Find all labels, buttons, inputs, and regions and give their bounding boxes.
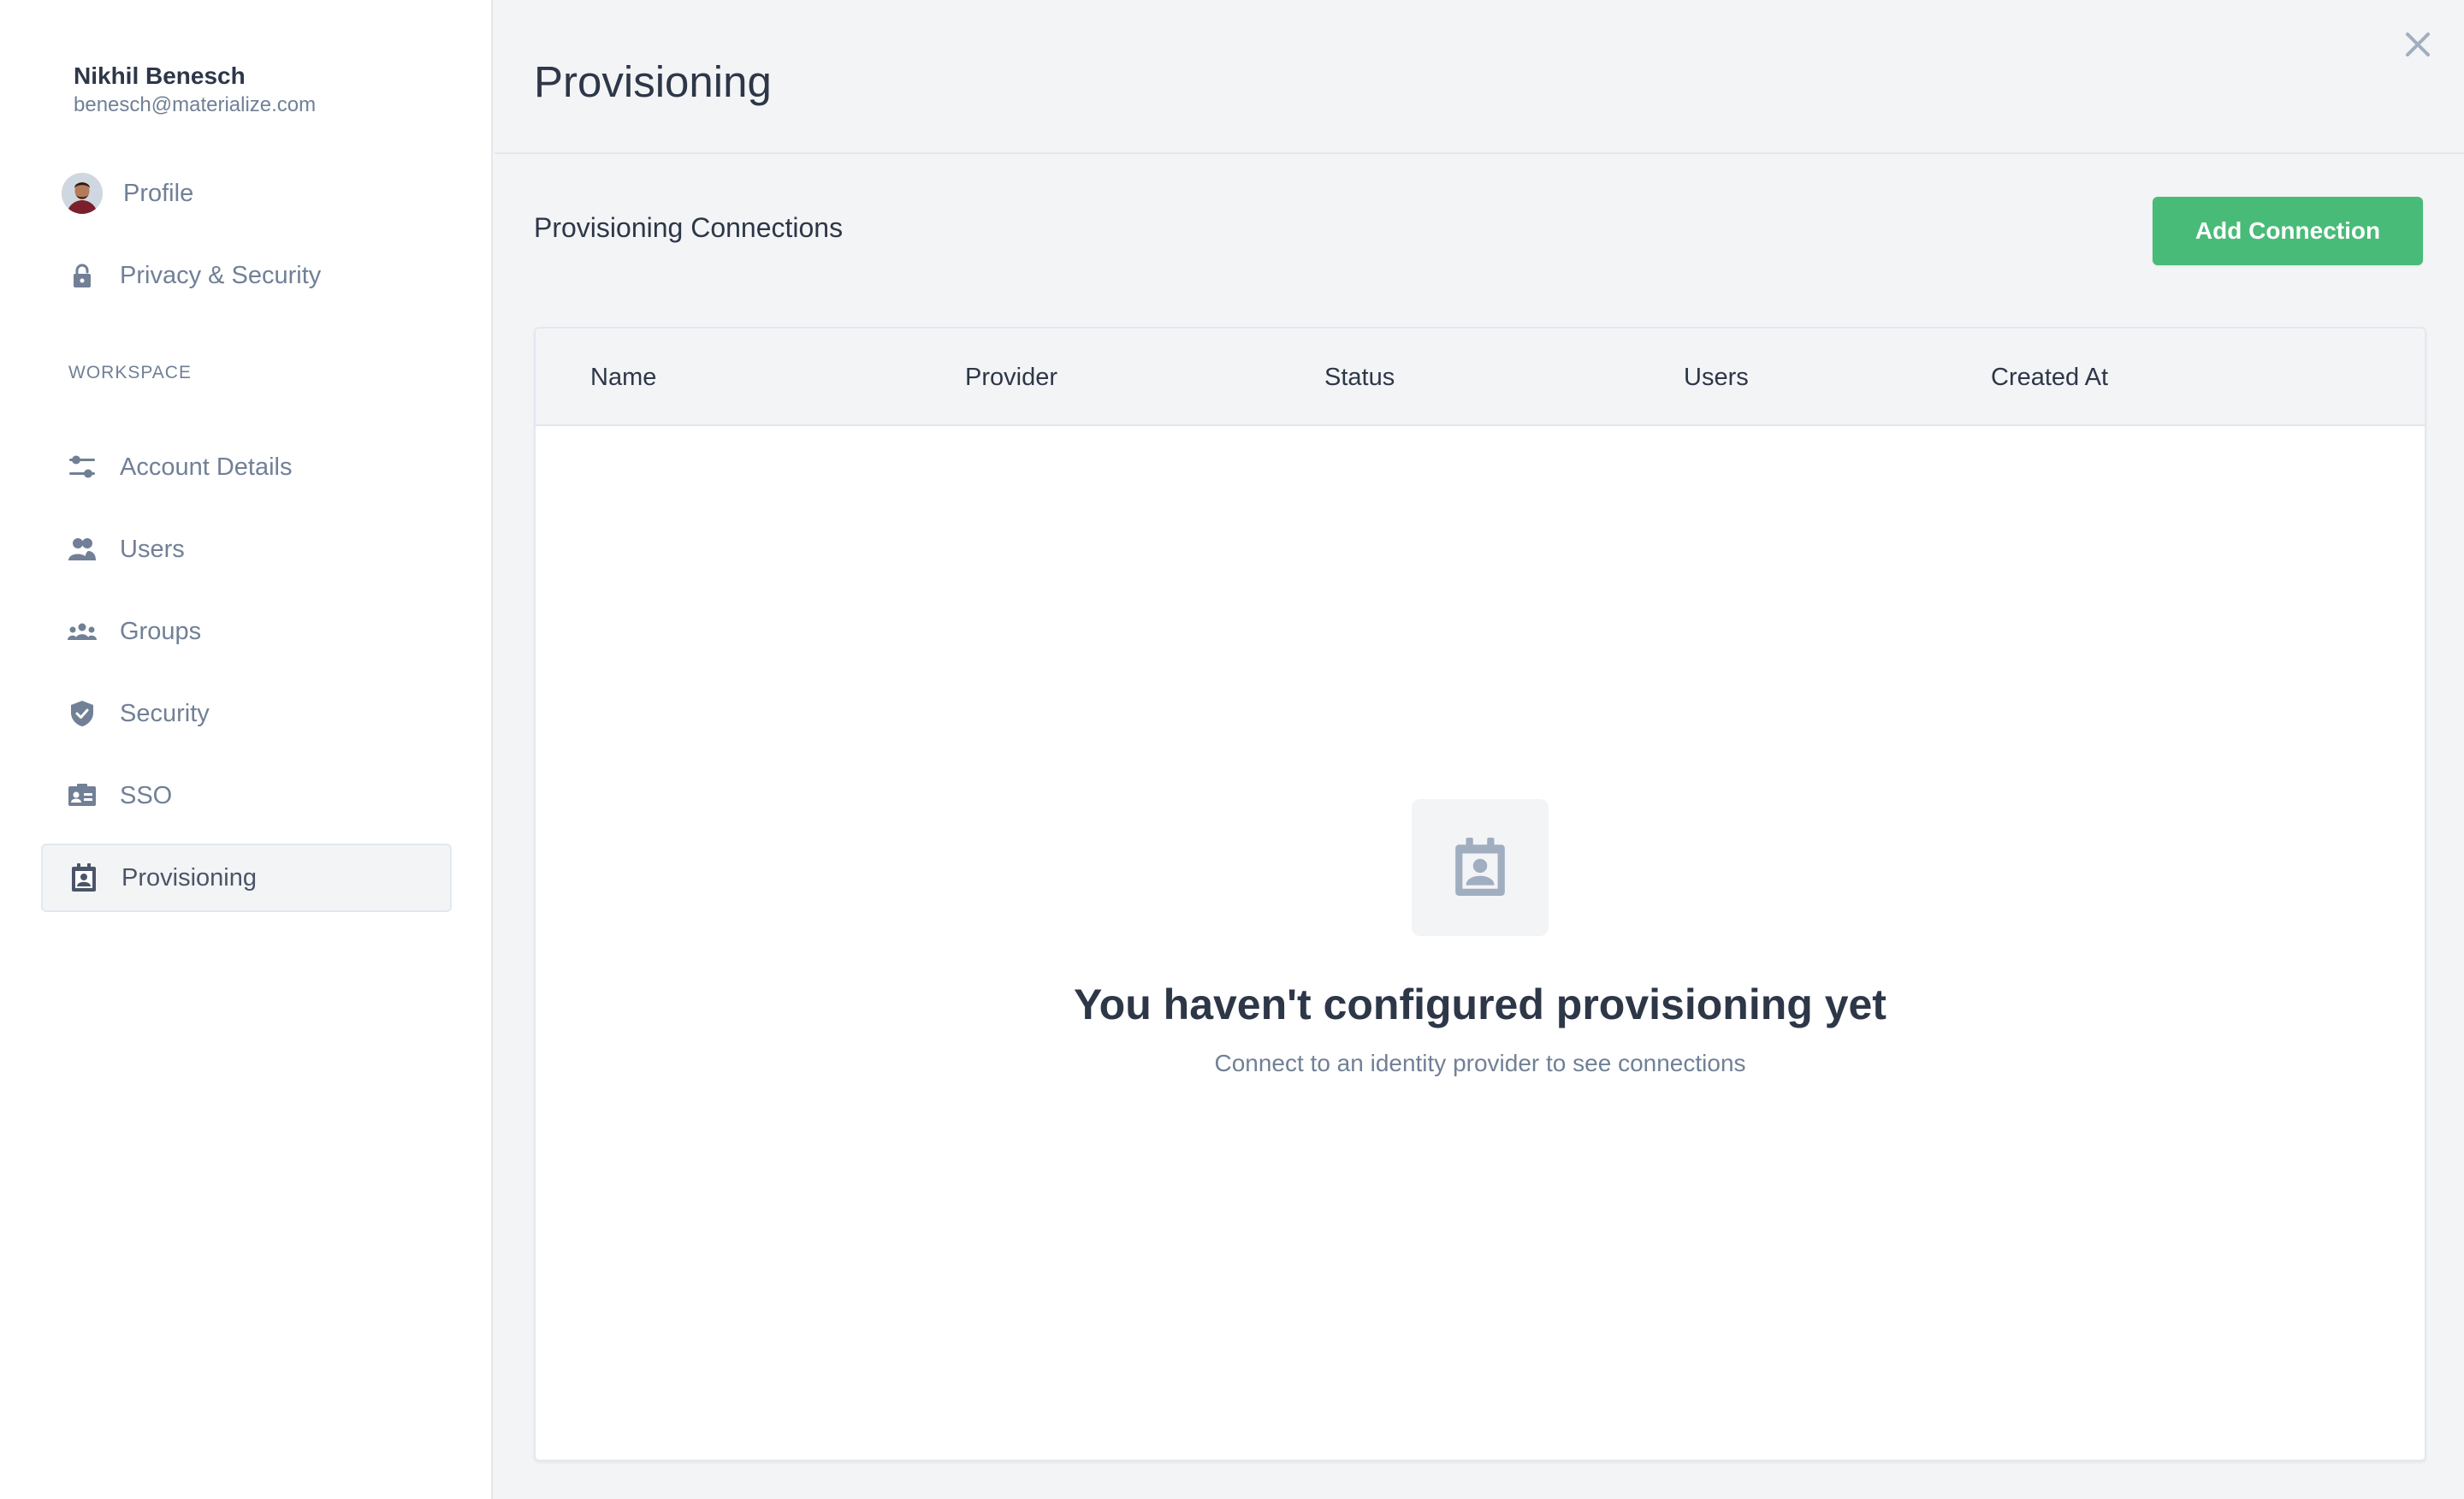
empty-state-title: You haven't configured provisioning yet — [1074, 981, 1886, 1028]
sidebar-item-label: Users — [120, 535, 185, 563]
close-button[interactable] — [2401, 27, 2435, 62]
user-name: Nikhil Benesch — [74, 62, 246, 89]
user-info: Nikhil Benesch benesch@materialize.com — [74, 62, 316, 118]
sidebar-item-label: SSO — [120, 781, 173, 809]
table-header: Name Provider Status Users Created At — [536, 329, 2425, 426]
lock-icon — [65, 258, 99, 293]
sidebar-item-profile[interactable]: Profile — [41, 159, 452, 228]
close-icon — [2406, 33, 2430, 56]
sidebar-item-label: Security — [120, 699, 210, 727]
sidebar-item-users[interactable]: Users — [41, 515, 452, 584]
column-header-provider[interactable]: Provider — [965, 363, 1057, 392]
settings-modal: Nikhil Benesch benesch@materialize.com P… — [0, 0, 2464, 1499]
sidebar-item-provisioning[interactable]: Provisioning — [41, 844, 452, 912]
avatar — [62, 173, 103, 214]
empty-state-subtitle: Connect to an identity provider to see c… — [1214, 1050, 1746, 1076]
main-content: Provisioning Provisioning Connections Ad… — [495, 0, 2464, 1499]
page-title: Provisioning — [534, 57, 772, 106]
shield-icon — [65, 696, 99, 731]
sidebar-item-sso[interactable]: SSO — [41, 761, 452, 830]
section-label-workspace: WORKSPACE — [68, 363, 192, 382]
column-header-status[interactable]: Status — [1324, 363, 1395, 392]
users-icon — [65, 532, 99, 566]
groups-icon — [65, 614, 99, 649]
empty-state-icon-box — [1412, 799, 1549, 936]
sidebar: Nikhil Benesch benesch@materialize.com P… — [0, 0, 493, 1499]
sliders-icon — [65, 450, 99, 484]
column-header-created-at[interactable]: Created At — [1991, 363, 2108, 392]
sidebar-item-label: Account Details — [120, 453, 293, 481]
badge-icon — [1455, 838, 1505, 896]
sidebar-item-groups[interactable]: Groups — [41, 597, 452, 666]
page-header: Provisioning — [495, 0, 2464, 154]
add-connection-button[interactable]: Add Connection — [2153, 197, 2423, 265]
sidebar-item-account-details[interactable]: Account Details — [41, 433, 452, 501]
sidebar-item-privacy-security[interactable]: Privacy & Security — [41, 241, 452, 310]
sidebar-item-label: Groups — [120, 617, 202, 645]
sidebar-item-label: Profile — [123, 179, 194, 207]
sidebar-item-security[interactable]: Security — [41, 679, 452, 748]
empty-state: You haven't configured provisioning yet … — [536, 799, 2425, 1078]
connections-heading: Provisioning Connections — [534, 212, 844, 243]
column-header-users[interactable]: Users — [1684, 363, 1749, 392]
column-header-name[interactable]: Name — [590, 363, 656, 392]
sidebar-item-label: Provisioning — [121, 863, 257, 892]
user-email: benesch@materialize.com — [74, 93, 317, 116]
badge-icon — [67, 861, 101, 895]
id-card-icon — [65, 779, 99, 813]
connections-table: Name Provider Status Users Created At Yo… — [534, 327, 2426, 1461]
sidebar-item-label: Privacy & Security — [120, 261, 322, 289]
